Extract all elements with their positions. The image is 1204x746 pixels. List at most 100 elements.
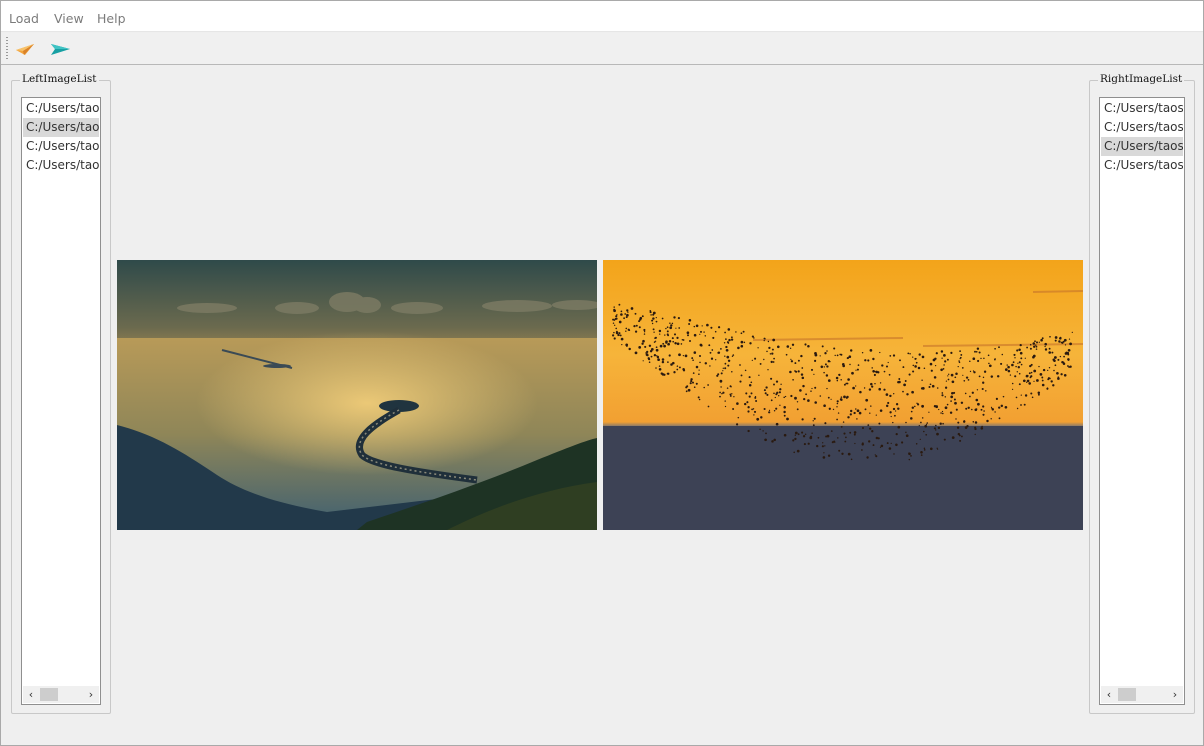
bird-speck — [903, 383, 906, 387]
bird-speck — [1059, 336, 1062, 339]
bird-speck — [836, 354, 839, 357]
bird-speck — [720, 386, 722, 388]
bird-speck — [1059, 355, 1062, 358]
bird-speck — [624, 313, 627, 315]
bird-speck — [1006, 364, 1008, 366]
bird-speck — [801, 418, 804, 421]
bird-speck — [879, 446, 882, 448]
bird-speck — [746, 401, 749, 404]
bird-speck — [731, 336, 733, 339]
bird-speck — [615, 327, 618, 330]
list-item[interactable]: C:/Users/taos — [23, 99, 99, 118]
bird-speck — [658, 329, 662, 333]
bird-speck — [998, 417, 1001, 420]
bird-speck — [727, 359, 731, 363]
bird-speck — [840, 396, 843, 398]
left-list-horizontal-scrollbar[interactable]: ‹ › — [23, 686, 99, 703]
bird-speck — [812, 424, 815, 427]
bird-speck — [869, 427, 872, 430]
left-image-list[interactable]: C:/Users/taos C:/Users/taos C:/Users/tao… — [21, 97, 101, 705]
bird-speck — [682, 367, 685, 371]
bird-speck — [720, 348, 722, 350]
menu-view[interactable]: View — [54, 11, 84, 26]
bird-speck — [667, 361, 669, 363]
bird-speck — [824, 363, 827, 366]
bird-speck — [699, 361, 701, 364]
bird-speck — [703, 331, 705, 333]
bird-speck — [845, 396, 848, 399]
bird-speck — [822, 456, 826, 459]
bird-speck — [893, 453, 895, 455]
bird-speck — [934, 429, 937, 431]
bird-speck — [827, 454, 831, 457]
bird-speck — [910, 417, 913, 420]
bird-speck — [814, 352, 817, 355]
bird-speck — [872, 444, 875, 447]
bird-speck — [766, 393, 769, 396]
menu-help[interactable]: Help — [97, 11, 126, 26]
bird-speck — [957, 421, 960, 424]
bird-speck — [974, 350, 976, 353]
bird-speck — [960, 353, 963, 356]
bird-speck — [974, 433, 976, 436]
bird-speck — [889, 394, 892, 398]
bird-speck — [840, 398, 843, 401]
bird-speck — [1002, 395, 1005, 398]
right-image-list[interactable]: C:/Users/taos C:/Users/taos C:/Users/tao… — [1099, 97, 1185, 705]
bird-speck — [828, 407, 831, 410]
scroll-left-icon[interactable]: ‹ — [1103, 688, 1115, 701]
bird-speck — [942, 422, 944, 425]
scrollbar-thumb[interactable] — [1118, 688, 1136, 701]
right-list-horizontal-scrollbar[interactable]: ‹ › — [1101, 686, 1183, 703]
bird-speck — [725, 338, 727, 340]
scroll-right-icon[interactable]: › — [85, 688, 97, 701]
bird-speck — [655, 348, 659, 352]
send-left-button[interactable] — [13, 39, 37, 59]
bird-speck — [826, 434, 830, 438]
scroll-left-icon[interactable]: ‹ — [25, 688, 37, 701]
bird-speck — [739, 380, 742, 383]
bird-speck — [751, 408, 753, 411]
bird-speck — [625, 327, 628, 330]
bird-speck — [878, 387, 881, 391]
right-image-view — [603, 260, 1083, 530]
scrollbar-thumb[interactable] — [40, 688, 58, 701]
list-item[interactable]: C:/Users/taos — [1101, 137, 1183, 156]
bird-speck — [1062, 340, 1065, 343]
bird-speck — [929, 383, 932, 386]
bird-speck — [911, 390, 914, 394]
send-right-button[interactable] — [48, 39, 72, 59]
bird-speck — [620, 313, 623, 316]
bird-speck — [849, 363, 851, 366]
list-item[interactable]: C:/Users/taos — [23, 156, 99, 175]
bird-speck — [912, 364, 915, 367]
bird-speck — [842, 364, 846, 368]
menu-load[interactable]: Load — [9, 11, 39, 26]
bird-speck — [826, 387, 828, 390]
bird-speck — [727, 364, 730, 367]
bird-speck — [1013, 353, 1016, 356]
bird-speck — [963, 420, 966, 423]
list-item[interactable]: C:/Users/taos — [1101, 156, 1183, 175]
list-item[interactable]: C:/Users/taos — [1101, 118, 1183, 137]
bird-speck — [740, 344, 744, 348]
list-item[interactable]: C:/Users/taos — [23, 137, 99, 156]
bird-speck — [669, 322, 671, 324]
bird-speck — [655, 316, 657, 319]
bird-speck — [1044, 345, 1046, 348]
bird-speck — [944, 386, 948, 389]
bird-speck — [801, 367, 804, 369]
bird-speck — [940, 368, 943, 372]
scroll-right-icon[interactable]: › — [1169, 688, 1181, 701]
list-item[interactable]: C:/Users/taos — [23, 118, 99, 137]
bird-speck — [1063, 355, 1065, 358]
bird-speck — [731, 355, 734, 358]
bird-speck — [770, 377, 773, 380]
bird-speck — [972, 370, 975, 372]
bird-speck — [807, 399, 810, 402]
list-item[interactable]: C:/Users/taos — [1101, 99, 1183, 118]
bird-speck — [654, 336, 657, 339]
bird-speck — [1033, 380, 1035, 383]
toolbar-grip[interactable] — [6, 37, 8, 61]
bird-speck — [1038, 365, 1040, 368]
